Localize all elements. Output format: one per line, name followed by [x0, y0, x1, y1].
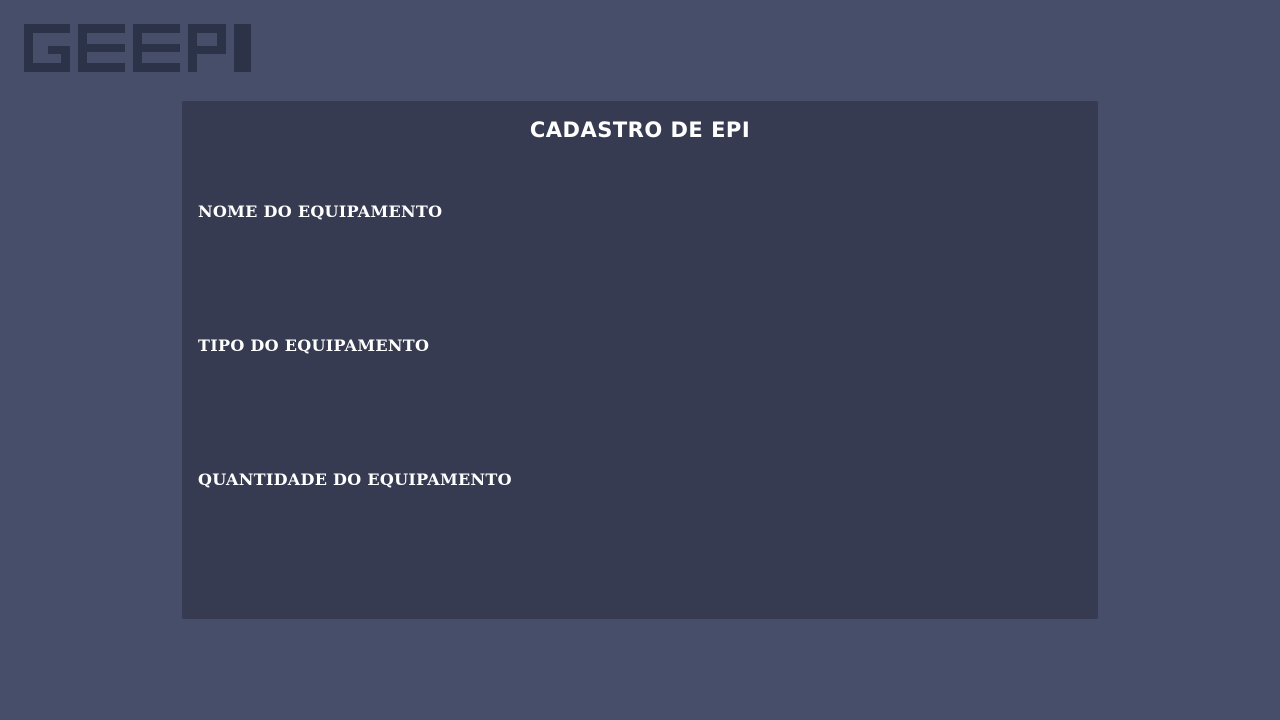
equipment-name-input[interactable]: [198, 232, 1078, 268]
epi-registration-form: CADASTRO DE EPI NOME DO EQUIPAMENTO TIPO…: [182, 101, 1098, 619]
equipment-quantity-input[interactable]: [198, 500, 1078, 536]
equipment-quantity-label: QUANTIDADE DO EQUIPAMENTO: [198, 470, 512, 489]
equipment-name-label: NOME DO EQUIPAMENTO: [198, 202, 443, 221]
form-title: CADASTRO DE EPI: [529, 118, 751, 142]
equipment-name-field: NOME DO EQUIPAMENTO: [198, 200, 1078, 268]
logo-graphic: [24, 24, 251, 72]
equipment-type-input[interactable]: [198, 366, 1078, 402]
equipment-quantity-field: QUANTIDADE DO EQUIPAMENTO: [198, 468, 1078, 536]
equipment-type-field: TIPO DO EQUIPAMENTO: [198, 334, 1078, 402]
equipment-type-label: TIPO DO EQUIPAMENTO: [198, 336, 430, 355]
geepi-logo: [24, 24, 252, 72]
